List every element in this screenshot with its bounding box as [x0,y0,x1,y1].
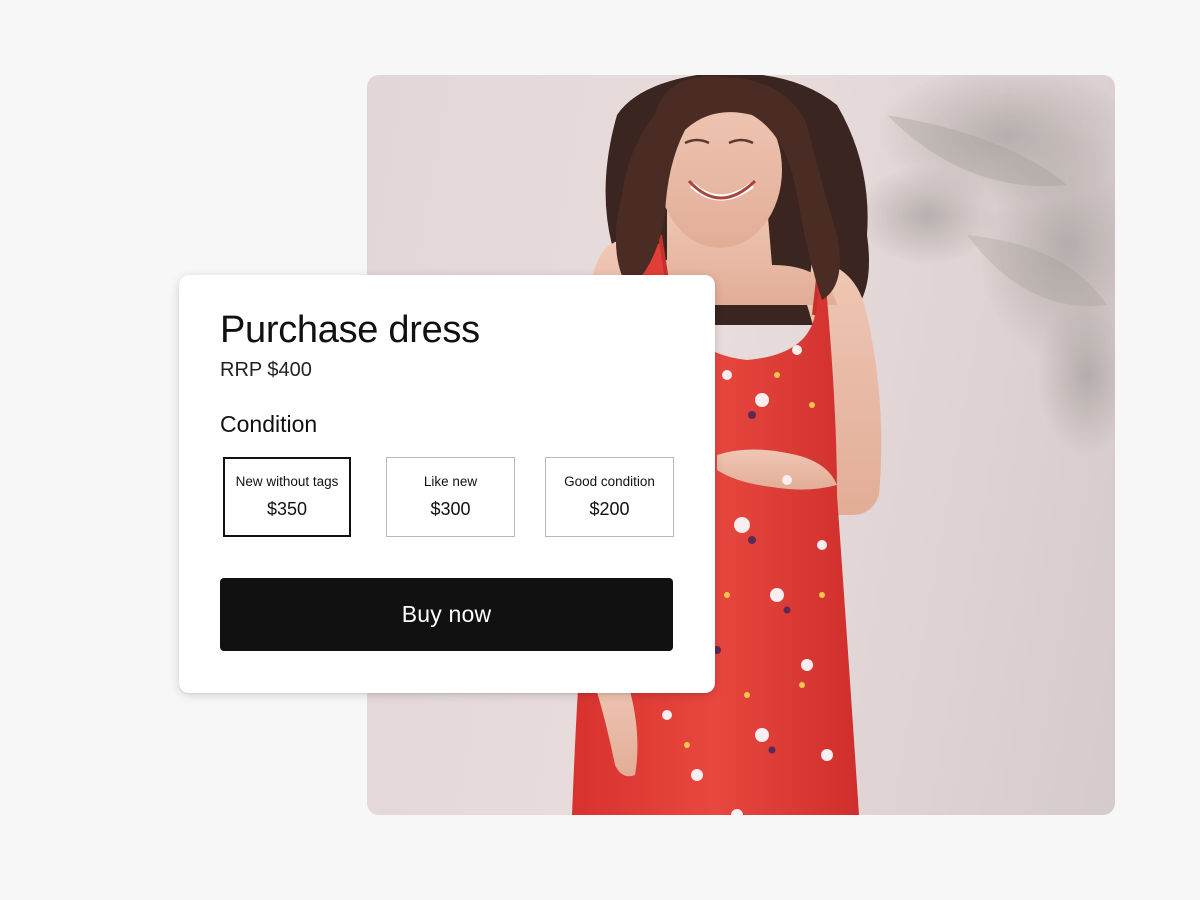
option-price: $200 [589,499,630,519]
purchase-title: Purchase dress [220,309,480,351]
condition-option-good-condition[interactable]: Good condition $200 [545,457,674,537]
option-label: Like new [423,474,478,489]
condition-heading: Condition [220,411,318,437]
page: Purchase dress RRP $400 Condition New wi… [0,0,1200,900]
buy-now-button[interactable]: Buy now [220,578,673,651]
option-price: $300 [430,499,471,519]
condition-option-new-without-tags[interactable]: New without tags $350 [223,457,351,537]
purchase-card: Purchase dress RRP $400 Condition New wi… [179,275,715,693]
condition-option-like-new[interactable]: Like new $300 [386,457,515,537]
option-price: $350 [266,499,308,519]
leaf-shadow [857,75,1115,455]
option-label: Good condition [564,474,655,489]
rrp-price: RRP $400 [220,359,312,381]
option-label: New without tags [235,474,339,489]
